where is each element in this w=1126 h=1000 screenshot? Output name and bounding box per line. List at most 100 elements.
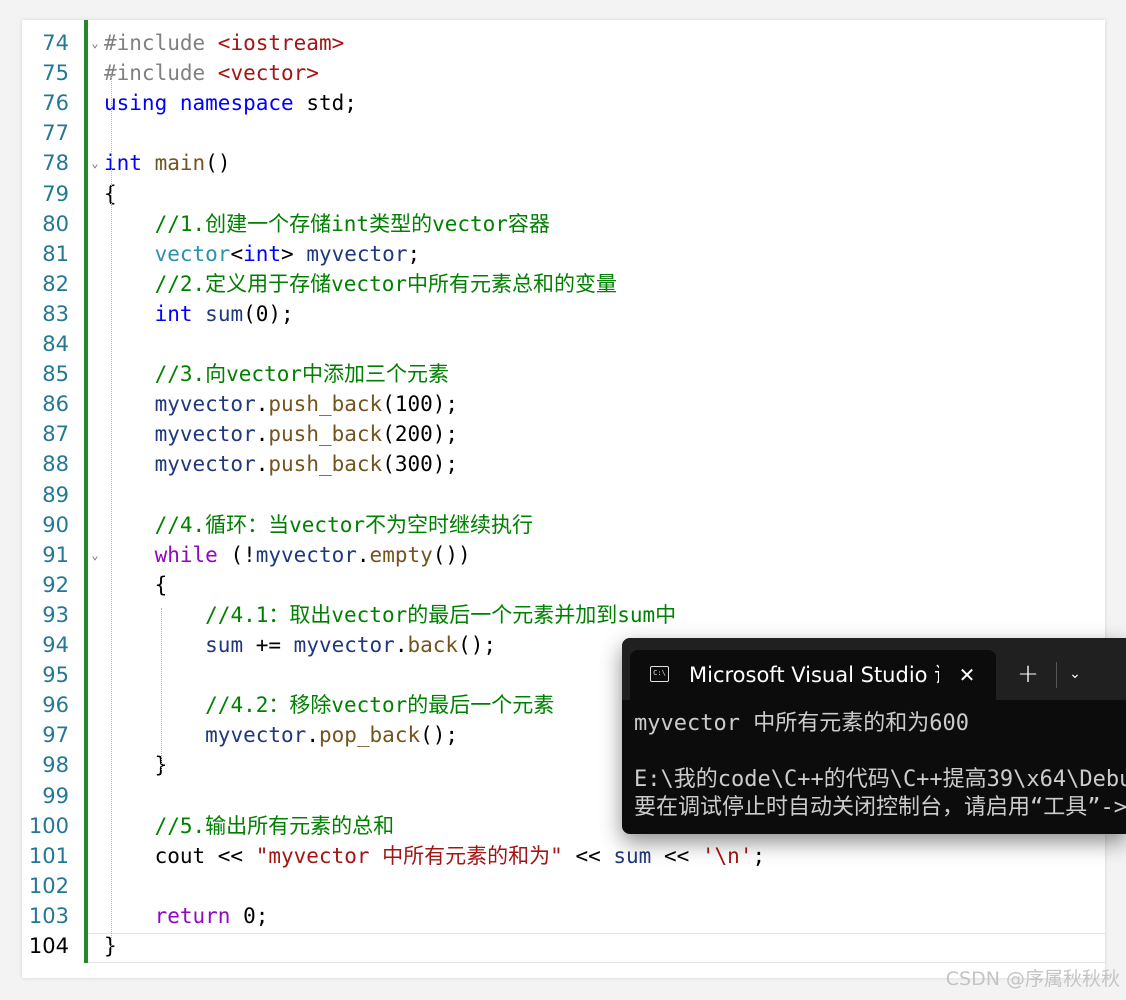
code-token: #include bbox=[104, 61, 218, 86]
code-token: (300); bbox=[382, 452, 459, 477]
line-number: 82 bbox=[42, 271, 69, 296]
code-line[interactable]: //4.1：取出vector的最后一个元素并加到sum中 bbox=[104, 600, 676, 630]
code-line[interactable]: #include <iostream> bbox=[104, 28, 344, 58]
code-line[interactable]: int main() bbox=[104, 148, 230, 178]
code-token: myvector bbox=[255, 542, 357, 567]
fold-chevron-icon[interactable]: ⌄ bbox=[88, 540, 102, 570]
code-line[interactable]: //5.输出所有元素的总和 bbox=[104, 811, 395, 841]
code-line[interactable]: { bbox=[104, 570, 168, 600]
code-token: sum bbox=[613, 843, 652, 868]
chevron-down-icon[interactable]: ⌄ bbox=[1060, 658, 1090, 690]
close-icon[interactable]: ✕ bbox=[952, 660, 982, 690]
line-number: 88 bbox=[42, 452, 69, 477]
line-number: 97 bbox=[42, 723, 69, 748]
line-number: 95 bbox=[42, 663, 69, 688]
code-token: back bbox=[407, 633, 459, 657]
new-tab-button[interactable]: + bbox=[1013, 656, 1043, 692]
code-token: //2.定义用于存储vector中所有元素总和的变量 bbox=[154, 271, 618, 296]
fold-chevron-icon[interactable]: ⌄ bbox=[88, 148, 102, 178]
code-line[interactable]: myvector.push_back(200); bbox=[104, 419, 458, 449]
code-token: (100); bbox=[382, 392, 459, 417]
code-line[interactable]: using namespace std; bbox=[104, 88, 357, 118]
line-number: 75 bbox=[42, 61, 69, 86]
code-line[interactable]: //3.向vector中添加三个元素 bbox=[104, 359, 449, 389]
code-token: += bbox=[243, 633, 294, 657]
console-title-bar[interactable]: C:\ Microsoft Visual Studio 调试控制台 ✕ + ⌄ bbox=[622, 638, 1126, 700]
console-output-line: E:\我的code\C++的代码\C++提高39\x64\Debug\C++提高… bbox=[634, 767, 1126, 792]
code-token: //5.输出所有元素的总和 bbox=[154, 813, 395, 838]
code-line[interactable]: //4.循环：当vector不为空时继续执行 bbox=[104, 510, 533, 540]
line-number: 101 bbox=[28, 843, 69, 868]
code-line[interactable]: cout << "myvector 中所有元素的和为" << sum << '\… bbox=[104, 841, 766, 871]
code-token: //4.1：取出vector的最后一个元素并加到sum中 bbox=[205, 602, 677, 627]
code-line[interactable]: //1.创建一个存储int类型的vector容器 bbox=[104, 209, 550, 239]
console-tab[interactable]: C:\ Microsoft Visual Studio 调试控制台 ✕ bbox=[630, 650, 996, 700]
indent-guide bbox=[161, 608, 162, 770]
code-token: . bbox=[356, 542, 370, 567]
code-token: ; bbox=[407, 241, 421, 266]
code-token: while bbox=[154, 542, 218, 567]
code-line[interactable]: //4.2：移除vector的最后一个元素 bbox=[104, 690, 554, 720]
code-token: int bbox=[104, 151, 142, 176]
code-line[interactable]: while (!myvector.empty()) bbox=[104, 540, 471, 570]
code-token: #include bbox=[104, 31, 218, 55]
code-token: (! bbox=[217, 542, 256, 567]
code-token: . bbox=[306, 723, 319, 748]
code-line[interactable]: vector<int> myvector; bbox=[104, 239, 421, 269]
code-token: //4.循环：当vector不为空时继续执行 bbox=[154, 512, 534, 537]
code-line[interactable]: #include <vector> bbox=[104, 58, 319, 88]
line-number: 74 bbox=[42, 31, 69, 55]
code-line[interactable]: int sum(0); bbox=[104, 299, 294, 329]
line-number: 104 bbox=[28, 934, 69, 958]
fold-chevron-icon[interactable]: ⌄ bbox=[88, 28, 102, 58]
code-token: return bbox=[154, 903, 231, 928]
code-token: main bbox=[154, 151, 206, 176]
line-number: 80 bbox=[42, 211, 69, 236]
code-token: } bbox=[104, 753, 168, 778]
code-token: push_back bbox=[268, 452, 383, 477]
code-token: int bbox=[154, 301, 193, 326]
code-line[interactable]: } bbox=[104, 750, 168, 780]
code-token: namespace bbox=[179, 91, 294, 116]
line-number: 96 bbox=[42, 693, 69, 718]
code-token: //1.创建一个存储int类型的vector容器 bbox=[154, 211, 550, 236]
code-token: cout << bbox=[104, 843, 256, 868]
line-number: 78 bbox=[42, 151, 69, 176]
terminal-icon: C:\ bbox=[650, 666, 669, 682]
code-editor[interactable]: 74 75 76 77 78 79 80 81 82 83 84 85 86 87 88 89 90 91 92 93… bbox=[22, 20, 1105, 978]
tab-separator bbox=[1056, 662, 1057, 688]
console-output-line: myvector 中所有元素的和为600 bbox=[634, 711, 969, 736]
code-token: pop_back bbox=[318, 723, 421, 748]
code-line[interactable]: myvector.pop_back(); bbox=[104, 720, 458, 750]
debug-console-window[interactable]: C:\ Microsoft Visual Studio 调试控制台 ✕ + ⌄ … bbox=[622, 638, 1126, 834]
code-token: <vector> bbox=[217, 61, 319, 86]
code-token: . bbox=[255, 452, 269, 477]
code-token: sum bbox=[205, 301, 244, 326]
code-line[interactable]: sum += myvector.back(); bbox=[104, 630, 496, 660]
line-number: 87 bbox=[42, 422, 69, 447]
code-token: 0; bbox=[230, 903, 269, 928]
code-token: (); bbox=[458, 633, 496, 657]
line-number: 98 bbox=[42, 753, 69, 778]
code-token: //4.2：移除vector的最后一个元素 bbox=[205, 693, 555, 718]
code-token: sum bbox=[205, 633, 244, 657]
code-line[interactable]: myvector.push_back(100); bbox=[104, 389, 458, 419]
line-number: 79 bbox=[42, 181, 69, 206]
line-number: 89 bbox=[42, 482, 69, 507]
code-token: << bbox=[562, 843, 614, 868]
line-number: 99 bbox=[42, 783, 69, 808]
code-line[interactable]: return 0; bbox=[104, 901, 269, 931]
code-line[interactable]: myvector.push_back(300); bbox=[104, 449, 458, 479]
code-token: push_back bbox=[268, 392, 383, 417]
line-number: 103 bbox=[28, 903, 69, 928]
line-number: 102 bbox=[28, 873, 69, 898]
code-line[interactable]: //2.定义用于存储vector中所有元素总和的变量 bbox=[104, 269, 617, 299]
code-token: myvector bbox=[205, 723, 307, 748]
code-token: '\n' bbox=[701, 843, 753, 868]
line-number: 84 bbox=[42, 332, 69, 356]
